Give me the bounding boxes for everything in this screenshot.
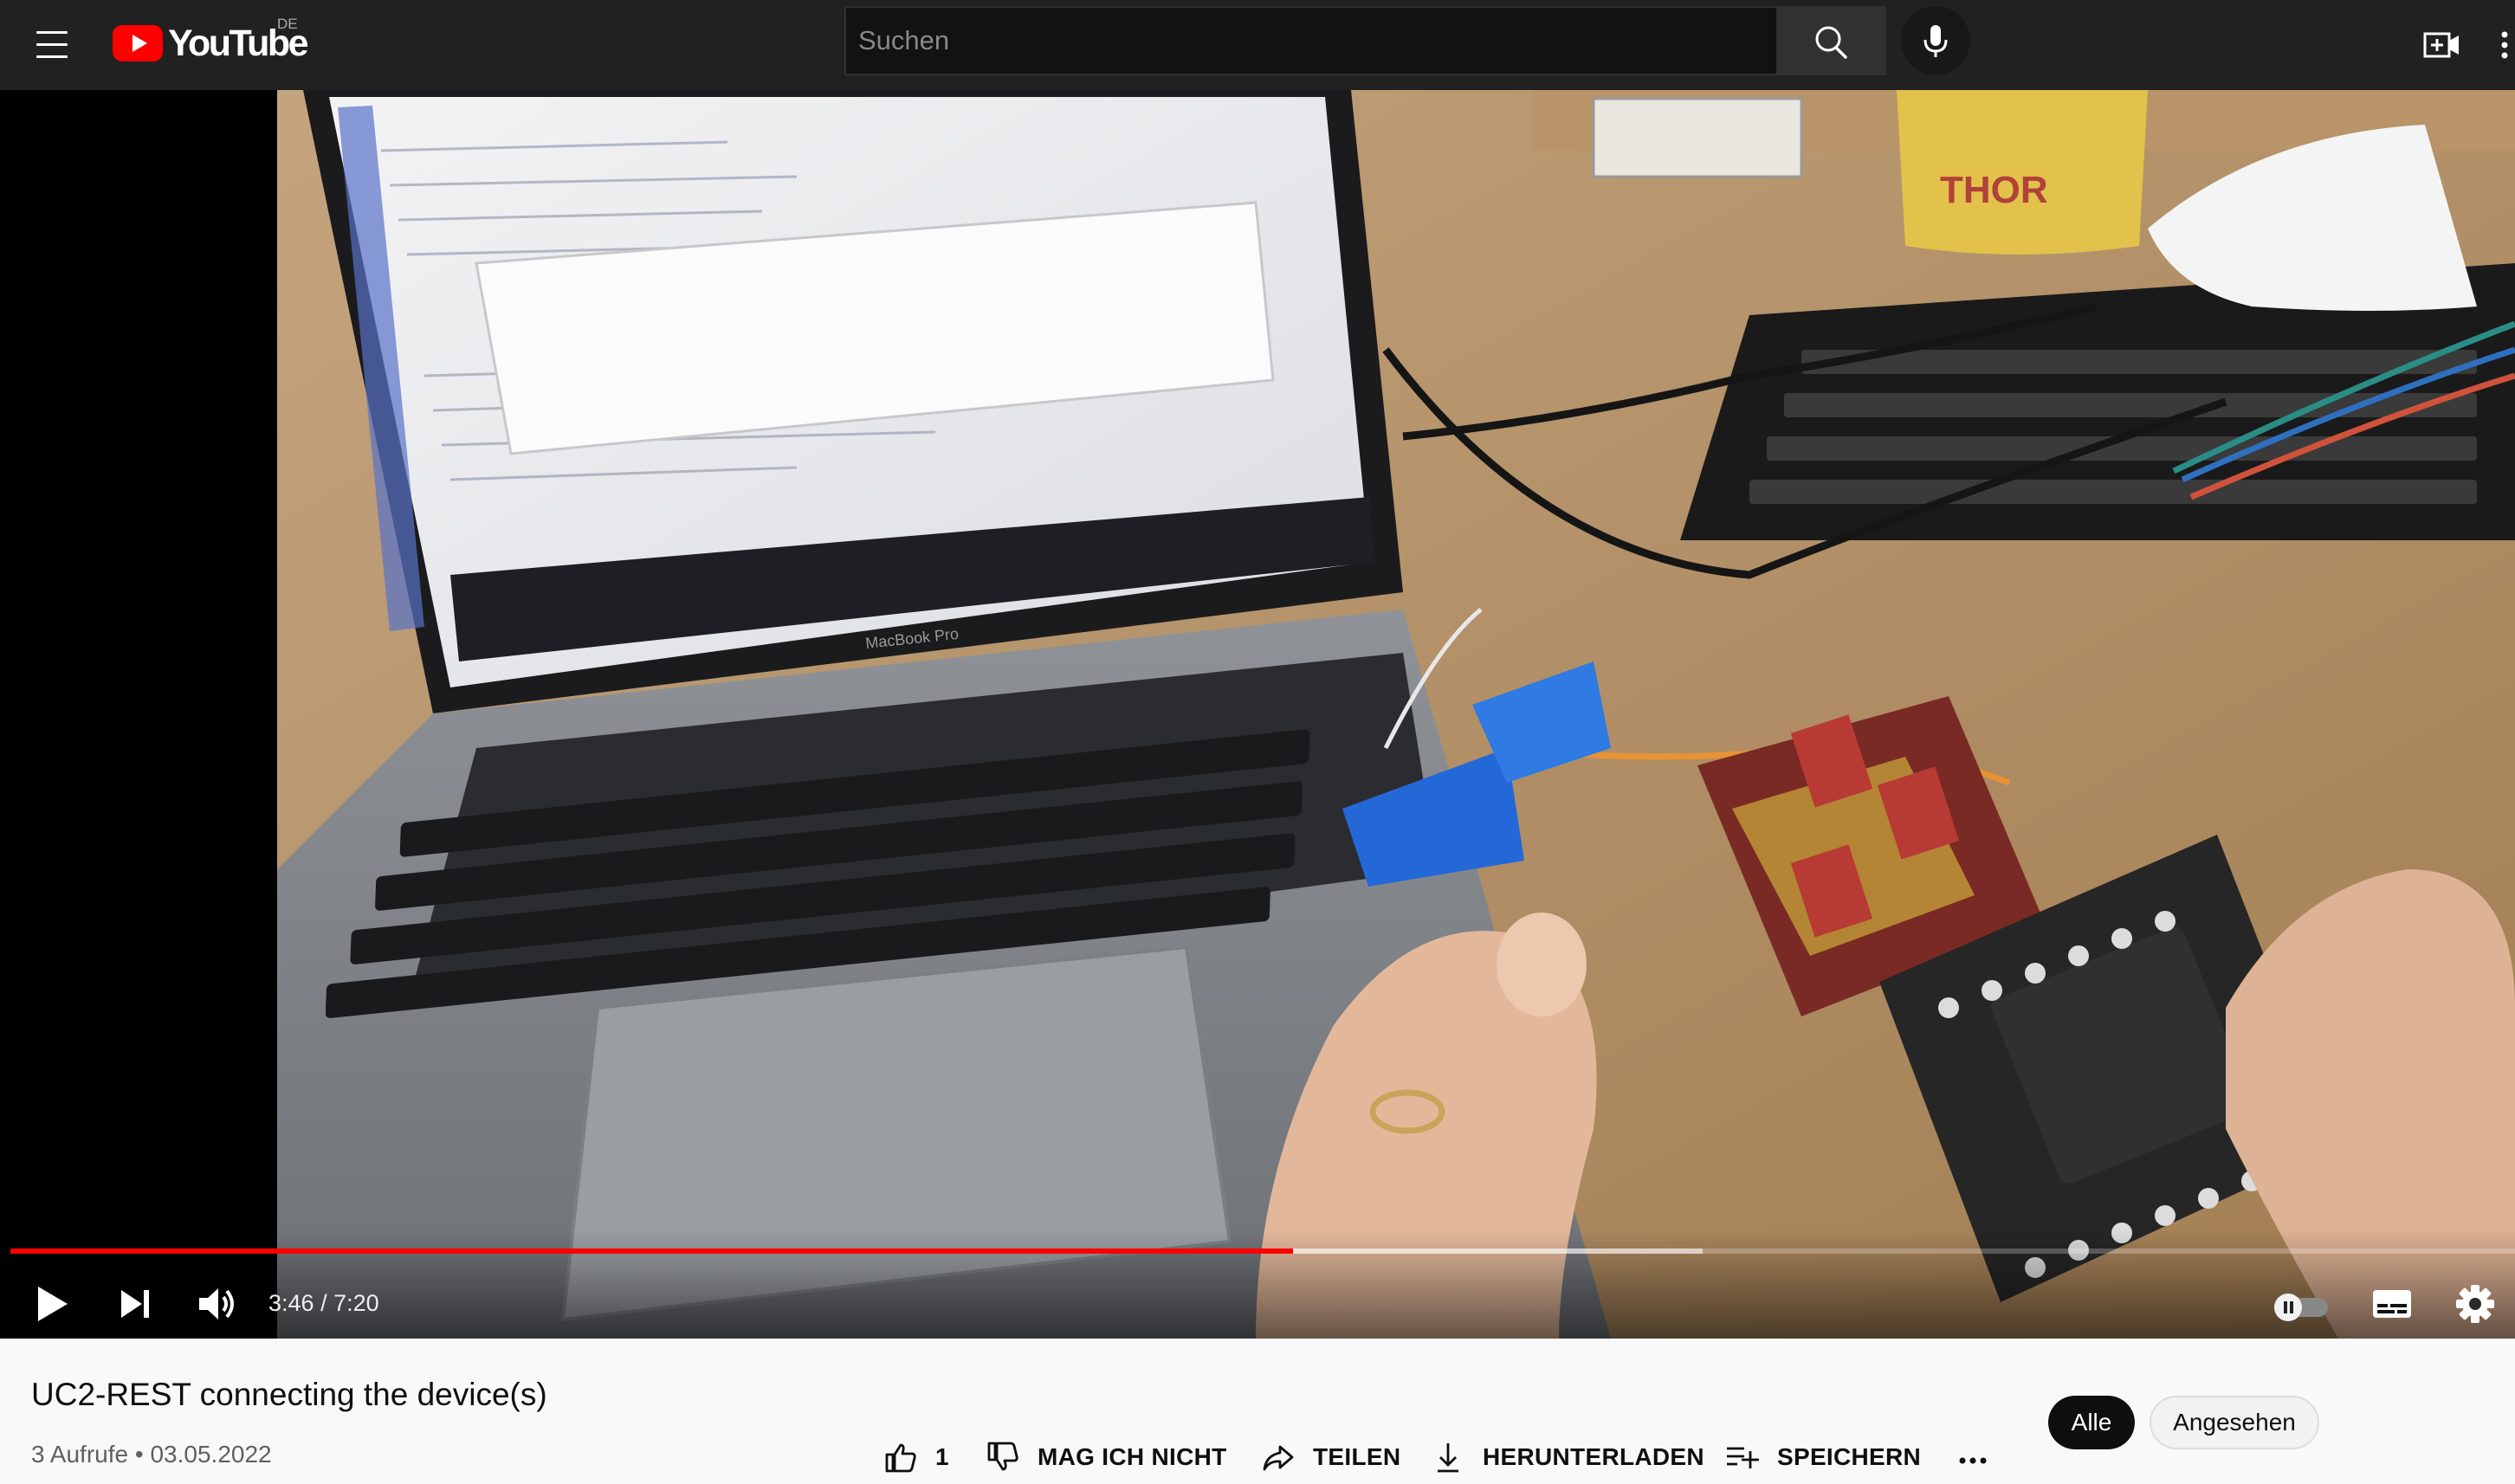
- search-button[interactable]: [1778, 6, 1886, 75]
- duration: 7:20: [333, 1290, 379, 1316]
- share-button[interactable]: TEILEN: [1259, 1436, 1400, 1479]
- video-frame: THOR MacBook Pro: [277, 90, 2515, 1339]
- save-label: SPEICHERN: [1777, 1443, 1922, 1470]
- dislike-label: MAG ICH NICHT: [1038, 1443, 1227, 1470]
- microphone-icon: [1923, 25, 1948, 57]
- country-code: DE: [277, 16, 298, 32]
- more-options-icon[interactable]: [2494, 23, 2515, 67]
- volume-button[interactable]: [189, 1276, 244, 1332]
- search-icon: [1815, 26, 1847, 59]
- chip-all[interactable]: Alle: [2048, 1396, 2135, 1449]
- video-meta: 3 Aufrufe • 03.05.2022: [31, 1441, 272, 1468]
- masthead: YouTube DE: [0, 0, 2515, 90]
- download-label: HERUNTERLADEN: [1483, 1443, 1704, 1470]
- share-label: TEILEN: [1313, 1443, 1401, 1470]
- meta-separator: •: [134, 1441, 144, 1468]
- search-box: [844, 6, 1778, 75]
- progress-bar[interactable]: [10, 1248, 2515, 1254]
- subtitles-button[interactable]: [2364, 1276, 2420, 1332]
- svg-text:THOR: THOR: [1940, 169, 2048, 211]
- progress-played: [10, 1248, 1294, 1254]
- upload-date: 03.05.2022: [150, 1441, 272, 1468]
- save-button[interactable]: SPEICHERN: [1723, 1436, 1921, 1479]
- like-button[interactable]: 1: [882, 1436, 949, 1479]
- playlist-add-icon: [1727, 1447, 1759, 1468]
- voice-search-button[interactable]: [1901, 6, 1970, 75]
- thumbs-up-icon: [885, 1443, 916, 1473]
- dislike-button[interactable]: MAG ICH NICHT: [984, 1436, 1227, 1479]
- settings-button[interactable]: [2447, 1276, 2503, 1332]
- youtube-play-logo-icon: [113, 25, 163, 61]
- current-time: 3:46: [268, 1290, 314, 1316]
- more-actions-button[interactable]: [1954, 1436, 1992, 1479]
- more-horizontal-icon: [1959, 1457, 1987, 1464]
- time-display: 3:46 / 7:20: [268, 1290, 379, 1316]
- next-button[interactable]: [107, 1276, 163, 1332]
- subtitles-icon: [2373, 1290, 2411, 1318]
- chip-watched[interactable]: Angesehen: [2150, 1396, 2319, 1449]
- autoplay-toggle[interactable]: [2271, 1280, 2331, 1335]
- player-controls: [0, 1229, 2515, 1339]
- download-button[interactable]: HERUNTERLADEN: [1429, 1436, 1704, 1479]
- play-button[interactable]: [24, 1276, 80, 1332]
- video-title: UC2-REST connecting the device(s): [31, 1377, 547, 1412]
- download-icon: [1438, 1443, 1458, 1473]
- skip-next-icon: [121, 1290, 149, 1318]
- view-count: 3 Aufrufe: [31, 1441, 129, 1468]
- volume-icon: [199, 1288, 234, 1319]
- menu-icon[interactable]: [29, 23, 74, 68]
- video-player[interactable]: THOR MacBook Pro 3:46 / 7:20: [0, 90, 2515, 1339]
- play-icon: [38, 1287, 68, 1321]
- share-icon: [1263, 1445, 1294, 1471]
- gear-icon: [2456, 1285, 2494, 1323]
- create-video-icon: [2423, 32, 2459, 58]
- search-input[interactable]: [846, 8, 1776, 74]
- create-video-button[interactable]: [2421, 23, 2464, 67]
- like-count: 1: [935, 1443, 949, 1470]
- thumbs-down-icon: [987, 1442, 1018, 1471]
- autoplay-toggle-icon: [2274, 1294, 2328, 1321]
